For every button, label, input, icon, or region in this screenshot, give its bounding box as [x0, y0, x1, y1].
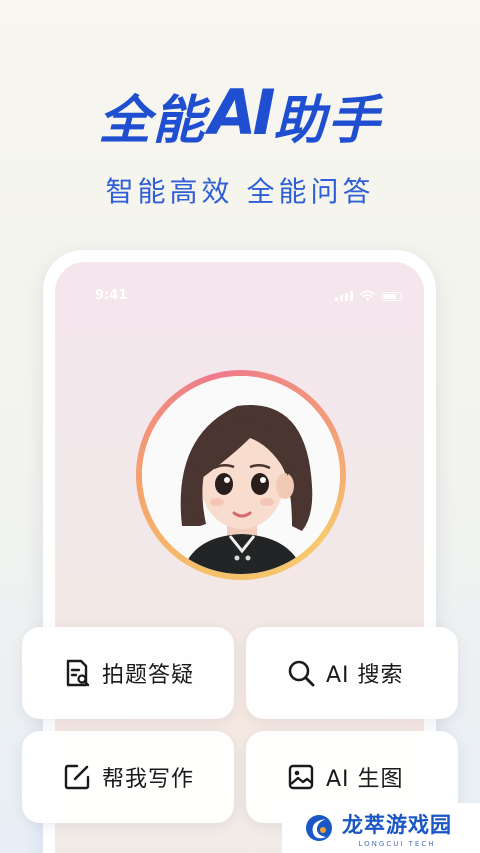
feature-card-photo-qa[interactable]: 拍题答疑	[22, 627, 234, 719]
assistant-avatar-illustration	[142, 376, 340, 574]
brand-logo-icon	[306, 815, 332, 841]
feature-card-ai-search[interactable]: AI 搜索	[246, 627, 458, 719]
wifi-icon	[360, 290, 375, 301]
status-icons	[335, 290, 402, 301]
edit-icon	[62, 762, 92, 792]
watermark-brand-cn: 龙萃游戏园	[342, 812, 452, 837]
search-icon	[286, 658, 316, 688]
feature-label-ai-image: AI 生图	[326, 767, 404, 792]
feature-label-photo-qa: 拍题答疑	[102, 663, 195, 688]
feature-card-writing[interactable]: 帮我写作	[22, 731, 234, 823]
assistant-avatar[interactable]	[142, 376, 340, 574]
feature-label-writing: 帮我写作	[102, 767, 195, 792]
hero-title-ai-logo: AI	[208, 76, 275, 149]
hero-title-part1: 全能	[98, 91, 207, 151]
photo-question-icon	[62, 658, 92, 688]
watermark-brand-en: LONGCUI TECH	[358, 839, 436, 848]
hero-title-part2: 助手	[273, 91, 382, 151]
hero-title: 全能AI助手	[0, 76, 480, 153]
status-time: 9:41	[95, 288, 128, 303]
hero-subtitle: 智能高效 全能问答	[105, 175, 375, 208]
signal-icon	[335, 291, 353, 301]
watermark-badge: 龙萃游戏园 LONGCUI TECH	[282, 803, 480, 853]
image-icon	[286, 762, 316, 792]
feature-label-ai-search: AI 搜索	[326, 663, 404, 688]
assistant-avatar-ring	[136, 370, 346, 580]
battery-icon	[382, 292, 402, 301]
